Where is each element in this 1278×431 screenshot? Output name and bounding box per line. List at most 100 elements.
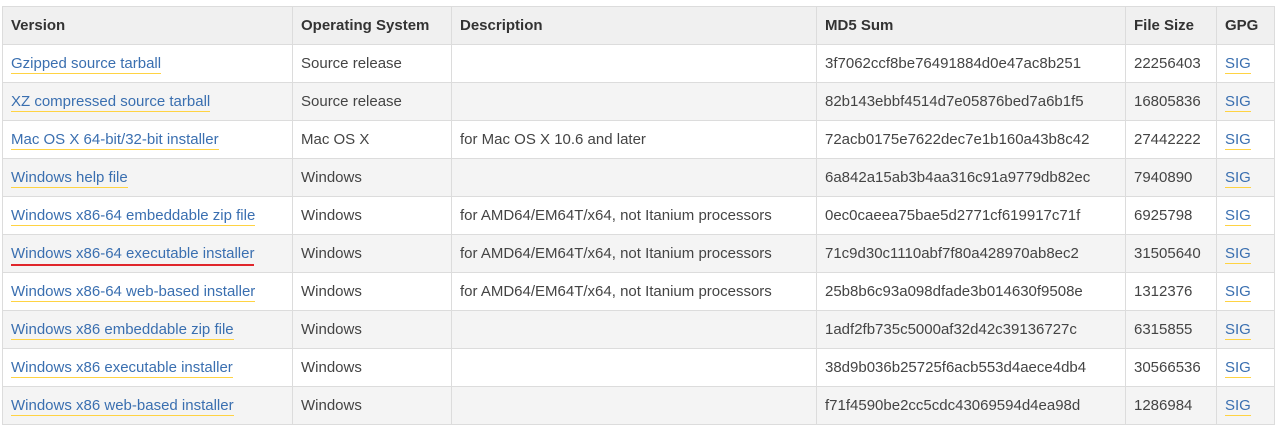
table-row: Windows x86 executable installer Windows 3… bbox=[2, 348, 1275, 387]
sig-link[interactable]: SIG bbox=[1225, 55, 1251, 74]
file-size-cell: 27442222 bbox=[1125, 120, 1217, 159]
os-cell: Windows bbox=[292, 234, 452, 273]
sig-link[interactable]: SIG bbox=[1225, 245, 1251, 264]
gpg-cell: SIG bbox=[1216, 44, 1275, 83]
download-link[interactable]: Windows x86 web-based installer bbox=[11, 397, 234, 416]
description-cell: for AMD64/EM64T/x64, not Itanium process… bbox=[451, 234, 817, 273]
os-text: Mac OS X bbox=[301, 131, 370, 148]
os-cell: Source release bbox=[292, 82, 452, 121]
header-version: Version bbox=[2, 6, 293, 45]
file-size-cell: 31505640 bbox=[1125, 234, 1217, 273]
sig-link[interactable]: SIG bbox=[1225, 131, 1251, 150]
md5-cell: 1adf2fb735c5000af32d42c39136727c bbox=[816, 310, 1126, 349]
version-cell: XZ compressed source tarball bbox=[2, 82, 293, 121]
table-row: Windows x86 embeddable zip file Windows 1a… bbox=[2, 310, 1275, 349]
md5-text: f71f4590be2cc5cdc43069594d4ea98d bbox=[825, 397, 1081, 414]
md5-text: 82b143ebbf4514d7e05876bed7a6b1f5 bbox=[825, 93, 1084, 110]
description-cell bbox=[451, 82, 817, 121]
sig-link[interactable]: SIG bbox=[1225, 321, 1251, 340]
os-text: Windows bbox=[301, 207, 362, 224]
table-row: Windows x86-64 embeddable zip file Window… bbox=[2, 196, 1275, 235]
sig-link[interactable]: SIG bbox=[1225, 397, 1251, 416]
os-text: Source release bbox=[301, 55, 402, 72]
file-size-text: 1286984 bbox=[1134, 397, 1193, 414]
header-row: Version Operating System Description MD5… bbox=[2, 6, 1275, 45]
file-size-text: 1312376 bbox=[1134, 283, 1193, 300]
version-cell: Mac OS X 64-bit/32-bit installer bbox=[2, 120, 293, 159]
version-cell: Windows x86 embeddable zip file bbox=[2, 310, 293, 349]
file-size-cell: 6315855 bbox=[1125, 310, 1217, 349]
download-link[interactable]: XZ compressed source tarball bbox=[11, 93, 211, 112]
version-cell: Windows x86 web-based installer bbox=[2, 386, 293, 425]
sig-link[interactable]: SIG bbox=[1225, 169, 1251, 188]
gpg-cell: SIG bbox=[1216, 272, 1275, 311]
md5-text: 25b8b6c93a098dfade3b014630f9508e bbox=[825, 283, 1083, 300]
os-text: Windows bbox=[301, 397, 362, 414]
file-size-text: 7940890 bbox=[1134, 169, 1193, 186]
header-description: Description bbox=[451, 6, 817, 45]
table-row: Windows x86-64 web-based installer Window… bbox=[2, 272, 1275, 311]
file-size-cell: 7940890 bbox=[1125, 158, 1217, 197]
description-text: for Mac OS X 10.6 and later bbox=[460, 131, 646, 148]
download-link[interactable]: Windows x86-64 executable installer bbox=[11, 245, 255, 266]
description-cell bbox=[451, 310, 817, 349]
description-text: for AMD64/EM64T/x64, not Itanium process… bbox=[460, 207, 772, 224]
version-cell: Windows x86 executable installer bbox=[2, 348, 293, 387]
md5-cell: 6a842a15ab3b4aa316c91a9779db82ec bbox=[816, 158, 1126, 197]
download-link[interactable]: Windows x86-64 web-based installer bbox=[11, 283, 256, 302]
gpg-cell: SIG bbox=[1216, 234, 1275, 273]
description-cell: for AMD64/EM64T/x64, not Itanium process… bbox=[451, 272, 817, 311]
downloads-table: Version Operating System Description MD5… bbox=[2, 6, 1275, 425]
md5-text: 0ec0caeea75bae5d2771cf619917c71f bbox=[825, 207, 1081, 224]
version-cell: Windows help file bbox=[2, 158, 293, 197]
description-cell bbox=[451, 386, 817, 425]
download-link[interactable]: Mac OS X 64-bit/32-bit installer bbox=[11, 131, 219, 150]
table-row: Windows x86-64 executable installer Windo… bbox=[2, 234, 1275, 273]
md5-cell: 0ec0caeea75bae5d2771cf619917c71f bbox=[816, 196, 1126, 235]
download-link[interactable]: Windows x86-64 embeddable zip file bbox=[11, 207, 256, 226]
gpg-cell: SIG bbox=[1216, 120, 1275, 159]
file-size-text: 6925798 bbox=[1134, 207, 1193, 224]
download-link[interactable]: Windows x86 embeddable zip file bbox=[11, 321, 234, 340]
download-link[interactable]: Windows x86 executable installer bbox=[11, 359, 233, 378]
os-text: Windows bbox=[301, 359, 362, 376]
file-size-cell: 1312376 bbox=[1125, 272, 1217, 311]
sig-link[interactable]: SIG bbox=[1225, 93, 1251, 112]
download-link[interactable]: Windows help file bbox=[11, 169, 128, 188]
header-operating-system: Operating System bbox=[292, 6, 452, 45]
md5-text: 6a842a15ab3b4aa316c91a9779db82ec bbox=[825, 169, 1091, 186]
description-cell bbox=[451, 44, 817, 83]
header-file-size: File Size bbox=[1125, 6, 1217, 45]
table-row: Windows help file Windows 6a842a15ab3b4aa3… bbox=[2, 158, 1275, 197]
md5-text: 72acb0175e7622dec7e1b160a43b8c42 bbox=[825, 131, 1090, 148]
md5-cell: 25b8b6c93a098dfade3b014630f9508e bbox=[816, 272, 1126, 311]
os-text: Windows bbox=[301, 245, 362, 262]
md5-cell: f71f4590be2cc5cdc43069594d4ea98d bbox=[816, 386, 1126, 425]
table-body: Gzipped source tarball Source release 3f70… bbox=[2, 44, 1275, 425]
md5-text: 1adf2fb735c5000af32d42c39136727c bbox=[825, 321, 1077, 338]
download-link[interactable]: Gzipped source tarball bbox=[11, 55, 162, 74]
file-size-cell: 22256403 bbox=[1125, 44, 1217, 83]
sig-link[interactable]: SIG bbox=[1225, 359, 1251, 378]
file-size-text: 6315855 bbox=[1134, 321, 1193, 338]
os-text: Source release bbox=[301, 93, 402, 110]
table-row: XZ compressed source tarball Source relea… bbox=[2, 82, 1275, 121]
sig-link[interactable]: SIG bbox=[1225, 283, 1251, 302]
gpg-cell: SIG bbox=[1216, 386, 1275, 425]
md5-cell: 3f7062ccf8be76491884d0e47ac8b251 bbox=[816, 44, 1126, 83]
os-cell: Windows bbox=[292, 196, 452, 235]
file-size-text: 31505640 bbox=[1134, 245, 1201, 262]
md5-cell: 38d9b036b25725f6acb553d4aece4db4 bbox=[816, 348, 1126, 387]
description-text: for AMD64/EM64T/x64, not Itanium process… bbox=[460, 245, 772, 262]
md5-cell: 72acb0175e7622dec7e1b160a43b8c42 bbox=[816, 120, 1126, 159]
sig-link[interactable]: SIG bbox=[1225, 207, 1251, 226]
os-text: Windows bbox=[301, 321, 362, 338]
description-cell bbox=[451, 158, 817, 197]
md5-text: 71c9d30c1110abf7f80a428970ab8ec2 bbox=[825, 245, 1079, 262]
file-size-cell: 1286984 bbox=[1125, 386, 1217, 425]
gpg-cell: SIG bbox=[1216, 82, 1275, 121]
header-md5-sum: MD5 Sum bbox=[816, 6, 1126, 45]
os-cell: Windows bbox=[292, 310, 452, 349]
os-cell: Windows bbox=[292, 272, 452, 311]
os-text: Windows bbox=[301, 169, 362, 186]
